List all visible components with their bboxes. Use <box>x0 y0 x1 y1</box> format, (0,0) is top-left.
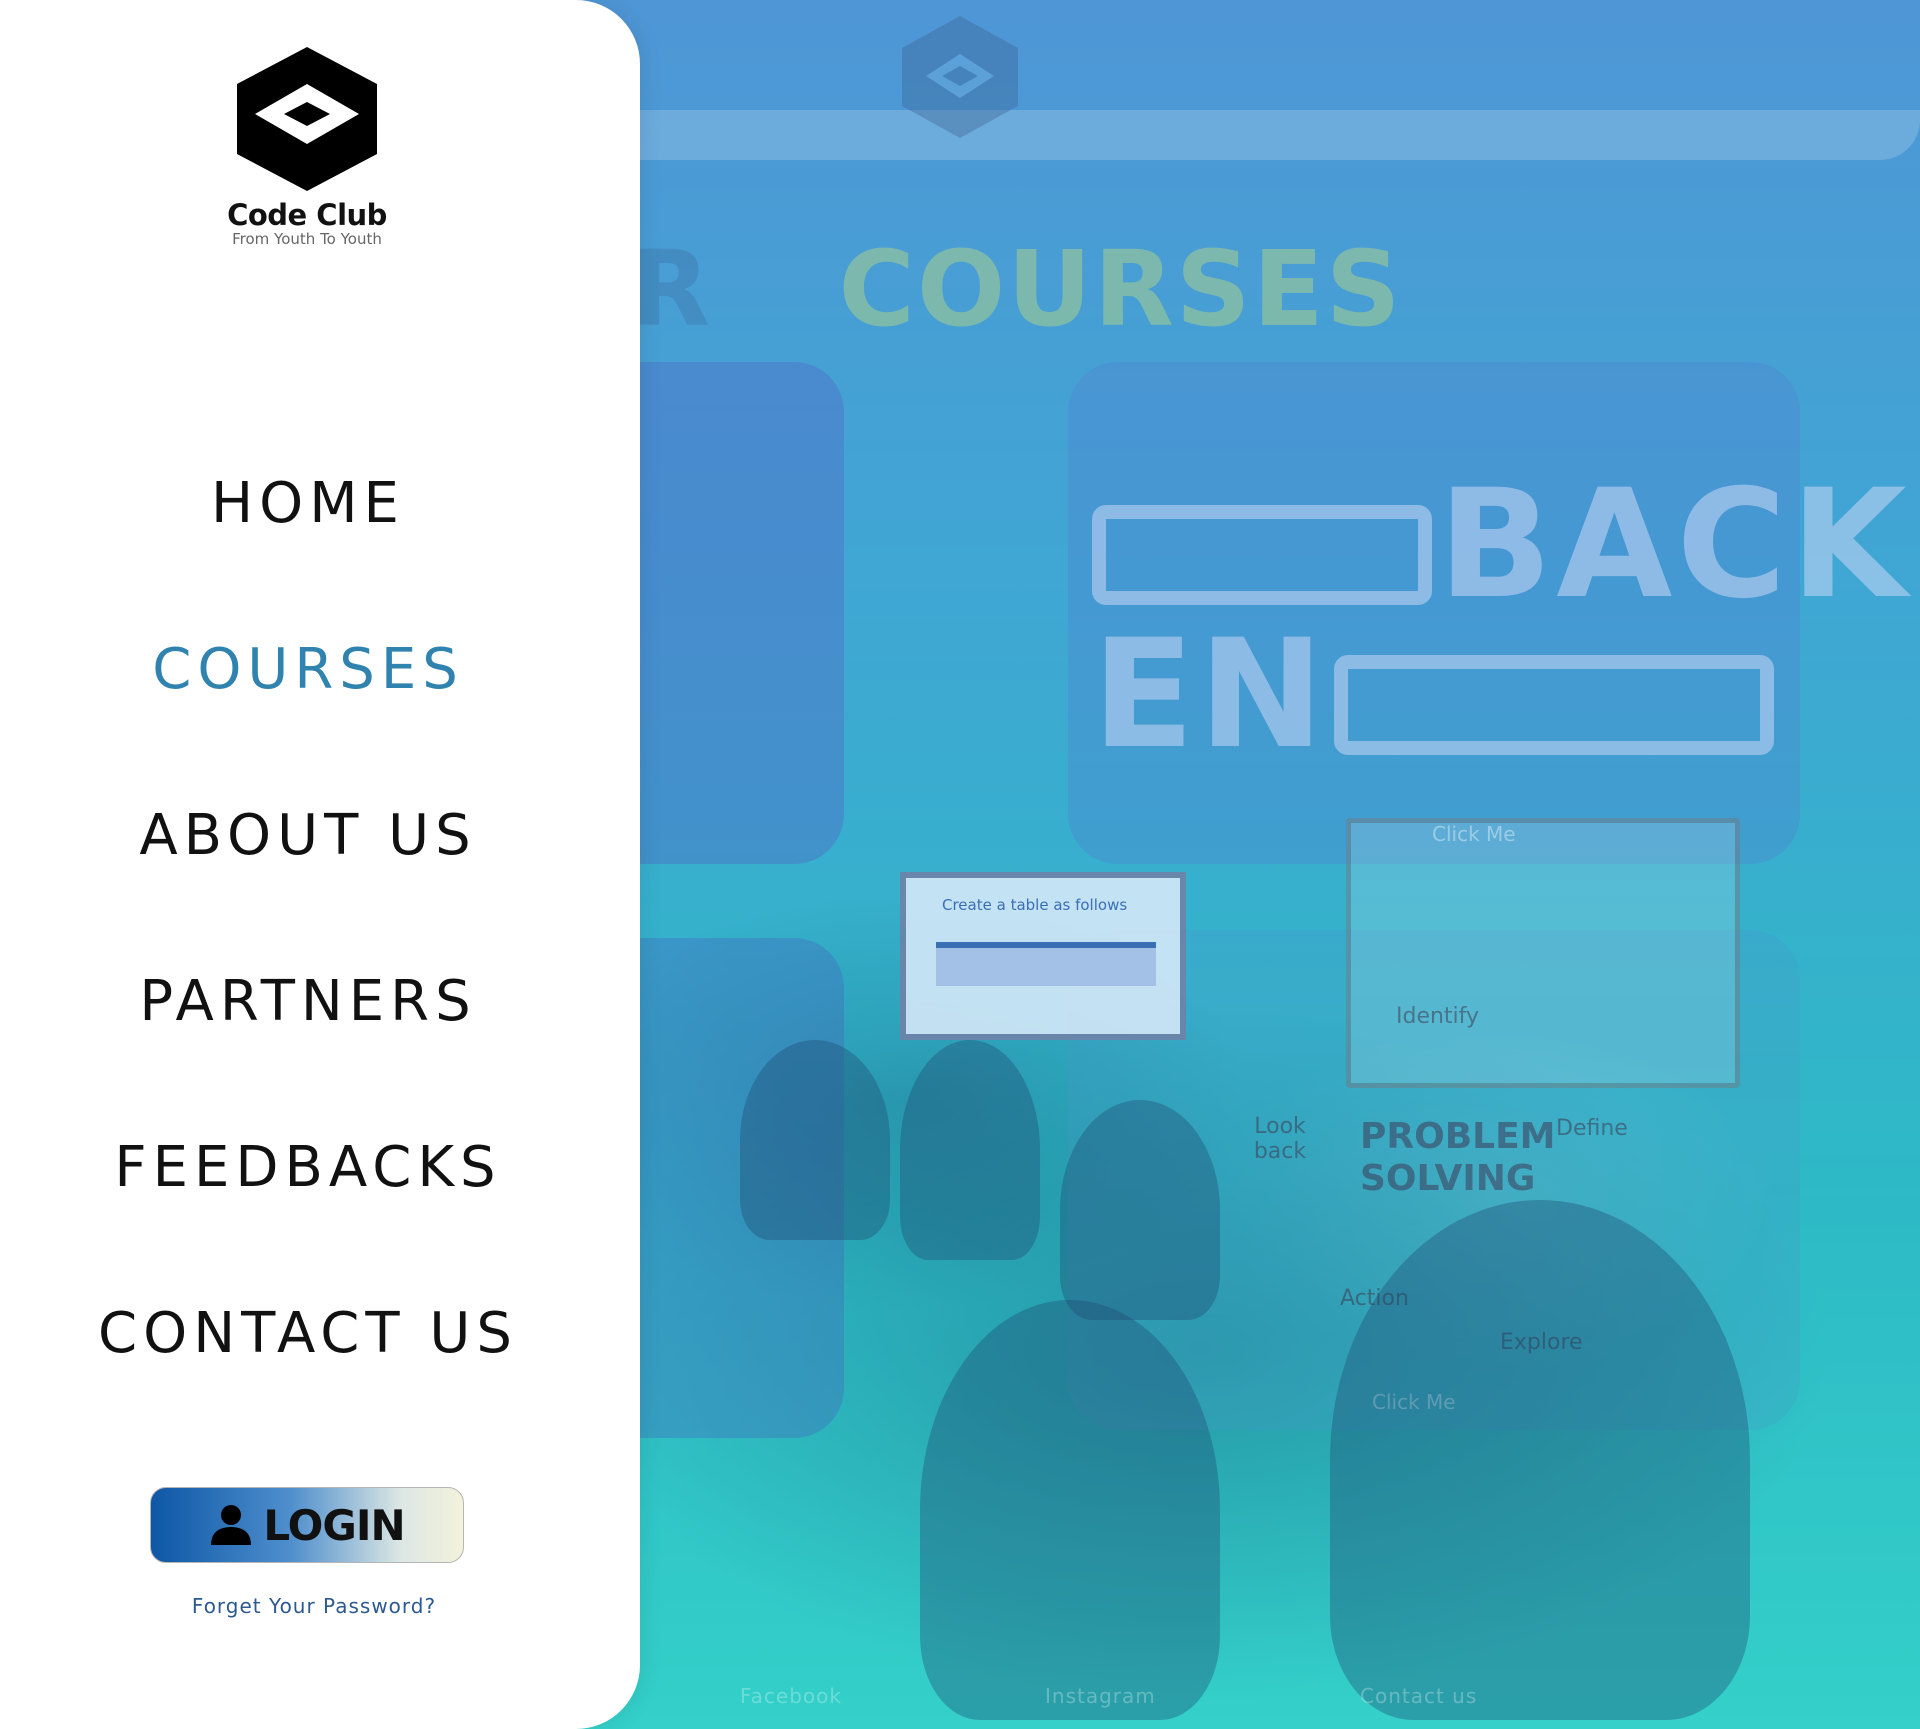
student-silhouette <box>1330 1200 1750 1720</box>
footer-contact-link[interactable]: Contact us <box>1360 1684 1477 1708</box>
back-end-bar-decoration <box>1092 504 1432 605</box>
brand-name: Code Club <box>227 198 387 232</box>
sticky-look-back: Look back <box>1253 1114 1307 1164</box>
nav-item-feedbacks[interactable]: FEEDBACKS <box>0 1084 616 1250</box>
nav-item-home[interactable]: HOME <box>0 420 616 586</box>
classroom-screen: Create a table as follows <box>900 872 1186 1040</box>
back-end-card-title: BACK EN <box>1092 470 1911 770</box>
nav-item-about-us[interactable]: ABOUT US <box>0 752 616 918</box>
footer-facebook-link[interactable]: Facebook <box>740 1684 842 1708</box>
user-icon <box>211 1505 252 1545</box>
hexagon-diamond-logo-icon <box>237 47 377 191</box>
student-silhouette <box>1060 1100 1220 1320</box>
student-silhouette <box>920 1300 1220 1720</box>
whiteboard <box>1346 818 1740 1088</box>
student-silhouette <box>900 1040 1040 1260</box>
sticky-define: Define <box>1556 1116 1628 1141</box>
back-end-title-line-1: BACK <box>1438 458 1911 632</box>
back-end-title-line-2: EN <box>1092 608 1329 782</box>
side-drawer: Code Club From Youth To Youth HOME COURS… <box>0 0 640 1729</box>
background-header-bar <box>560 110 1920 160</box>
forgot-password-link[interactable]: Forget Your Password? <box>0 1594 628 1618</box>
login-label: LOGIN <box>263 1500 405 1550</box>
student-silhouette <box>740 1040 890 1240</box>
nav-item-partners[interactable]: PARTNERS <box>0 918 616 1084</box>
screen-table <box>936 942 1156 986</box>
screen-text: Create a table as follows <box>942 896 1128 914</box>
footer-instagram-link[interactable]: Instagram <box>1045 1684 1156 1708</box>
heading-main-text: COURSES <box>838 228 1403 350</box>
login-button[interactable]: LOGIN <box>150 1487 464 1563</box>
nav-item-courses[interactable]: COURSES <box>0 586 616 752</box>
nav-item-contact-us[interactable]: CONTACT US <box>0 1250 616 1416</box>
sticky-identify: Identify <box>1396 1004 1480 1029</box>
back-end-bar-decoration-2 <box>1334 654 1775 755</box>
brand-logo[interactable]: Code Club From Youth To Youth <box>222 44 392 248</box>
heading-partial-text: R <box>630 228 713 350</box>
courses-heading: R COURSES <box>630 228 1403 350</box>
problem-solving-note: PROBLEM SOLVING <box>1360 1116 1556 1199</box>
main-nav: HOME COURSES ABOUT US PARTNERS FEEDBACKS… <box>0 420 616 1416</box>
brand-tagline: From Youth To Youth <box>232 230 382 248</box>
header-logo-icon <box>902 16 1018 138</box>
